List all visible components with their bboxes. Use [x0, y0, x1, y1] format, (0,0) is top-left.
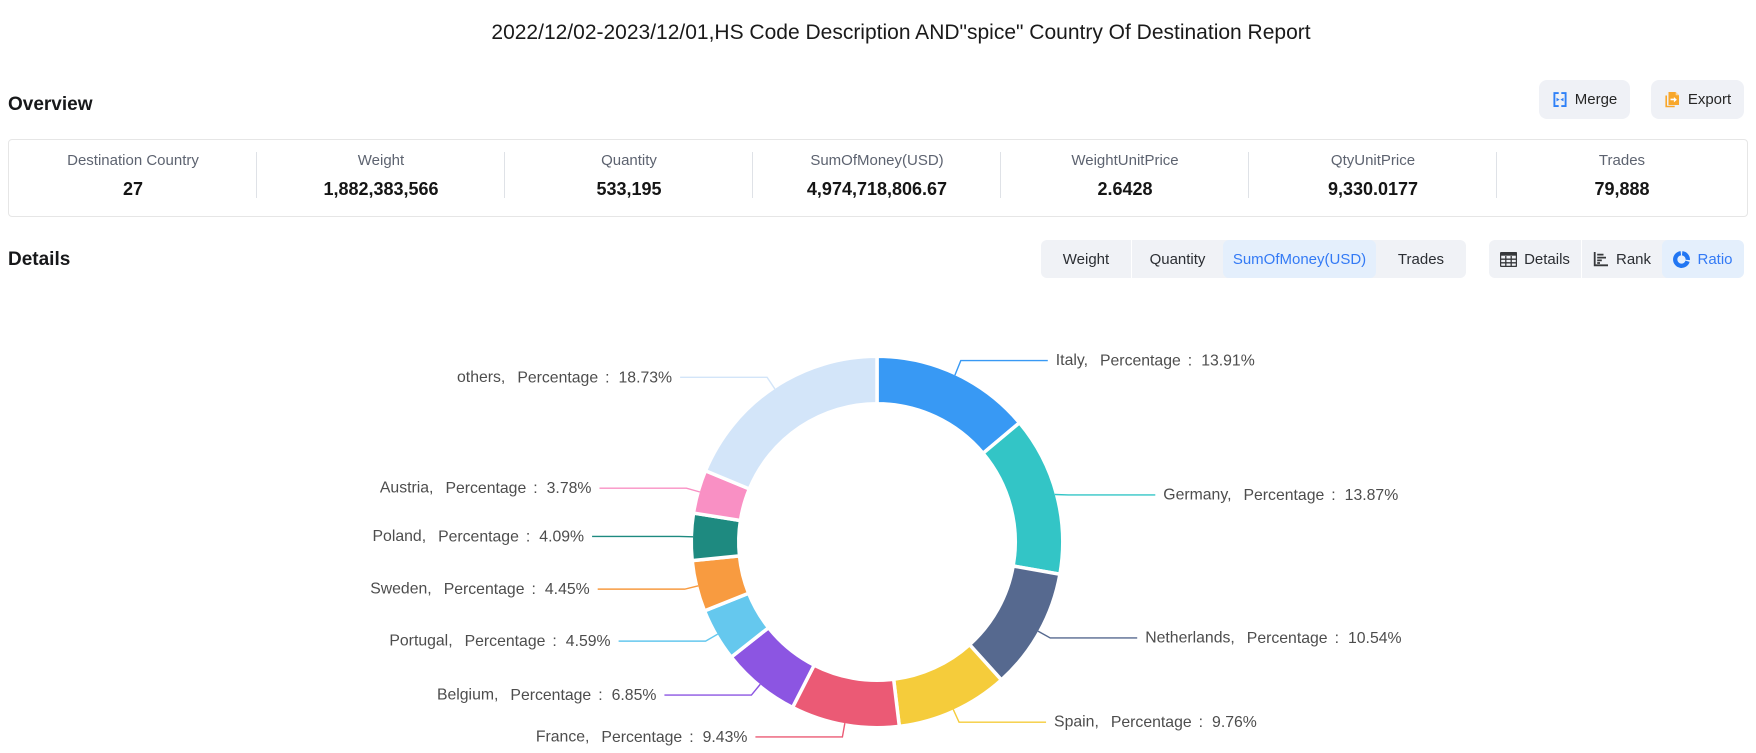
svg-text:Austria,Percentage:3.78%: Austria,Percentage:3.78%	[380, 480, 592, 497]
svg-text:Belgium,Percentage:6.85%: Belgium,Percentage:6.85%	[437, 687, 656, 704]
svg-text:Germany,Percentage:13.87%: Germany,Percentage:13.87%	[1163, 486, 1398, 503]
svg-text:others,Percentage:18.73%: others,Percentage:18.73%	[457, 369, 672, 386]
svg-text:Sweden,Percentage:4.45%: Sweden,Percentage:4.45%	[370, 581, 589, 598]
svg-text:Poland,Percentage:4.09%: Poland,Percentage:4.09%	[373, 528, 585, 545]
svg-text:Spain,Percentage:9.76%: Spain,Percentage:9.76%	[1054, 714, 1257, 731]
svg-text:France,Percentage:9.43%: France,Percentage:9.43%	[536, 728, 748, 745]
svg-text:Italy,Percentage:13.91%: Italy,Percentage:13.91%	[1056, 352, 1255, 369]
svg-text:Netherlands,Percentage:10.54%: Netherlands,Percentage:10.54%	[1145, 629, 1401, 646]
svg-text:Portugal,Percentage:4.59%: Portugal,Percentage:4.59%	[389, 633, 610, 650]
